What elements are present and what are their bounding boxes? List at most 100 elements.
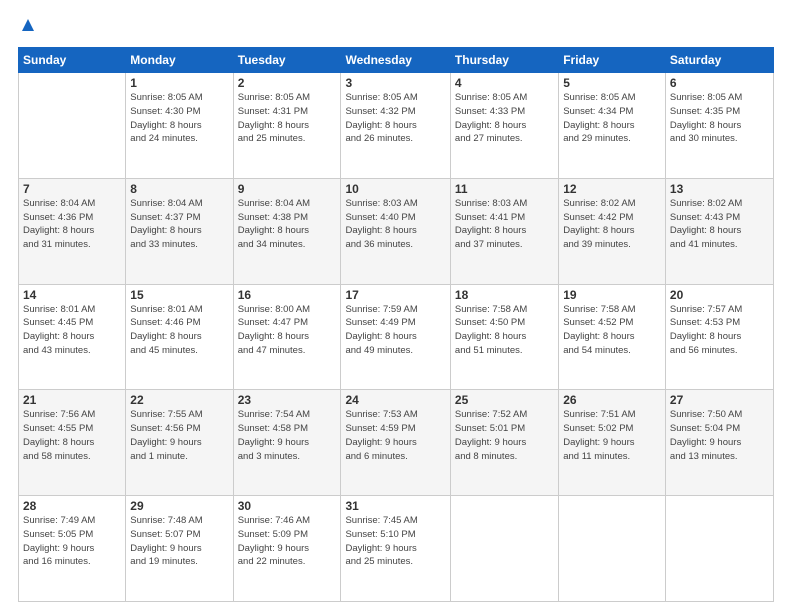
calendar-cell: 23Sunrise: 7:54 AMSunset: 4:58 PMDayligh… xyxy=(233,390,341,496)
logo-triangle-icon xyxy=(21,18,35,37)
day-info: Sunrise: 8:05 AMSunset: 4:35 PMDaylight:… xyxy=(670,91,769,146)
day-info: Sunrise: 8:02 AMSunset: 4:43 PMDaylight:… xyxy=(670,197,769,252)
calendar-cell: 26Sunrise: 7:51 AMSunset: 5:02 PMDayligh… xyxy=(559,390,666,496)
day-number: 1 xyxy=(130,76,228,90)
day-info: Sunrise: 8:05 AMSunset: 4:33 PMDaylight:… xyxy=(455,91,554,146)
day-info: Sunrise: 8:05 AMSunset: 4:34 PMDaylight:… xyxy=(563,91,661,146)
day-info: Sunrise: 7:48 AMSunset: 5:07 PMDaylight:… xyxy=(130,514,228,569)
day-info: Sunrise: 8:03 AMSunset: 4:41 PMDaylight:… xyxy=(455,197,554,252)
week-row-1: 1Sunrise: 8:05 AMSunset: 4:30 PMDaylight… xyxy=(19,73,774,179)
column-header-wednesday: Wednesday xyxy=(341,48,450,73)
column-header-sunday: Sunday xyxy=(19,48,126,73)
calendar-cell: 1Sunrise: 8:05 AMSunset: 4:30 PMDaylight… xyxy=(126,73,233,179)
calendar-cell: 15Sunrise: 8:01 AMSunset: 4:46 PMDayligh… xyxy=(126,284,233,390)
day-info: Sunrise: 8:02 AMSunset: 4:42 PMDaylight:… xyxy=(563,197,661,252)
calendar-cell: 19Sunrise: 7:58 AMSunset: 4:52 PMDayligh… xyxy=(559,284,666,390)
calendar-cell: 22Sunrise: 7:55 AMSunset: 4:56 PMDayligh… xyxy=(126,390,233,496)
day-info: Sunrise: 8:03 AMSunset: 4:40 PMDaylight:… xyxy=(345,197,445,252)
calendar-cell: 14Sunrise: 8:01 AMSunset: 4:45 PMDayligh… xyxy=(19,284,126,390)
calendar-cell: 17Sunrise: 7:59 AMSunset: 4:49 PMDayligh… xyxy=(341,284,450,390)
column-header-saturday: Saturday xyxy=(665,48,773,73)
calendar-cell: 8Sunrise: 8:04 AMSunset: 4:37 PMDaylight… xyxy=(126,178,233,284)
column-header-thursday: Thursday xyxy=(450,48,558,73)
day-info: Sunrise: 8:01 AMSunset: 4:46 PMDaylight:… xyxy=(130,303,228,358)
day-info: Sunrise: 7:56 AMSunset: 4:55 PMDaylight:… xyxy=(23,408,121,463)
day-number: 22 xyxy=(130,393,228,407)
day-number: 4 xyxy=(455,76,554,90)
day-number: 18 xyxy=(455,288,554,302)
day-number: 10 xyxy=(345,182,445,196)
day-number: 8 xyxy=(130,182,228,196)
day-number: 24 xyxy=(345,393,445,407)
calendar-cell: 2Sunrise: 8:05 AMSunset: 4:31 PMDaylight… xyxy=(233,73,341,179)
day-info: Sunrise: 7:52 AMSunset: 5:01 PMDaylight:… xyxy=(455,408,554,463)
day-info: Sunrise: 8:05 AMSunset: 4:31 PMDaylight:… xyxy=(238,91,337,146)
day-info: Sunrise: 7:57 AMSunset: 4:53 PMDaylight:… xyxy=(670,303,769,358)
day-number: 31 xyxy=(345,499,445,513)
calendar-cell: 10Sunrise: 8:03 AMSunset: 4:40 PMDayligh… xyxy=(341,178,450,284)
day-number: 11 xyxy=(455,182,554,196)
day-number: 15 xyxy=(130,288,228,302)
day-info: Sunrise: 7:59 AMSunset: 4:49 PMDaylight:… xyxy=(345,303,445,358)
calendar-cell: 24Sunrise: 7:53 AMSunset: 4:59 PMDayligh… xyxy=(341,390,450,496)
calendar-cell: 11Sunrise: 8:03 AMSunset: 4:41 PMDayligh… xyxy=(450,178,558,284)
week-row-3: 14Sunrise: 8:01 AMSunset: 4:45 PMDayligh… xyxy=(19,284,774,390)
day-number: 2 xyxy=(238,76,337,90)
calendar-cell: 27Sunrise: 7:50 AMSunset: 5:04 PMDayligh… xyxy=(665,390,773,496)
calendar-cell: 5Sunrise: 8:05 AMSunset: 4:34 PMDaylight… xyxy=(559,73,666,179)
day-info: Sunrise: 8:04 AMSunset: 4:38 PMDaylight:… xyxy=(238,197,337,252)
column-header-tuesday: Tuesday xyxy=(233,48,341,73)
day-number: 27 xyxy=(670,393,769,407)
day-info: Sunrise: 7:51 AMSunset: 5:02 PMDaylight:… xyxy=(563,408,661,463)
day-number: 14 xyxy=(23,288,121,302)
day-info: Sunrise: 8:04 AMSunset: 4:37 PMDaylight:… xyxy=(130,197,228,252)
day-info: Sunrise: 8:01 AMSunset: 4:45 PMDaylight:… xyxy=(23,303,121,358)
calendar-cell: 7Sunrise: 8:04 AMSunset: 4:36 PMDaylight… xyxy=(19,178,126,284)
day-info: Sunrise: 8:00 AMSunset: 4:47 PMDaylight:… xyxy=(238,303,337,358)
calendar-cell: 30Sunrise: 7:46 AMSunset: 5:09 PMDayligh… xyxy=(233,496,341,602)
calendar-cell: 25Sunrise: 7:52 AMSunset: 5:01 PMDayligh… xyxy=(450,390,558,496)
day-info: Sunrise: 7:54 AMSunset: 4:58 PMDaylight:… xyxy=(238,408,337,463)
calendar-cell: 20Sunrise: 7:57 AMSunset: 4:53 PMDayligh… xyxy=(665,284,773,390)
day-number: 28 xyxy=(23,499,121,513)
column-header-monday: Monday xyxy=(126,48,233,73)
logo xyxy=(18,18,35,37)
day-number: 17 xyxy=(345,288,445,302)
calendar-cell: 31Sunrise: 7:45 AMSunset: 5:10 PMDayligh… xyxy=(341,496,450,602)
day-number: 29 xyxy=(130,499,228,513)
day-number: 26 xyxy=(563,393,661,407)
calendar-cell: 4Sunrise: 8:05 AMSunset: 4:33 PMDaylight… xyxy=(450,73,558,179)
calendar-cell xyxy=(665,496,773,602)
page: SundayMondayTuesdayWednesdayThursdayFrid… xyxy=(0,0,792,612)
day-info: Sunrise: 8:04 AMSunset: 4:36 PMDaylight:… xyxy=(23,197,121,252)
day-number: 6 xyxy=(670,76,769,90)
calendar-cell xyxy=(559,496,666,602)
day-number: 13 xyxy=(670,182,769,196)
day-info: Sunrise: 7:50 AMSunset: 5:04 PMDaylight:… xyxy=(670,408,769,463)
day-number: 25 xyxy=(455,393,554,407)
day-info: Sunrise: 7:46 AMSunset: 5:09 PMDaylight:… xyxy=(238,514,337,569)
calendar-cell: 6Sunrise: 8:05 AMSunset: 4:35 PMDaylight… xyxy=(665,73,773,179)
day-number: 12 xyxy=(563,182,661,196)
day-info: Sunrise: 7:58 AMSunset: 4:52 PMDaylight:… xyxy=(563,303,661,358)
day-info: Sunrise: 7:58 AMSunset: 4:50 PMDaylight:… xyxy=(455,303,554,358)
calendar-cell xyxy=(450,496,558,602)
day-number: 30 xyxy=(238,499,337,513)
day-info: Sunrise: 7:45 AMSunset: 5:10 PMDaylight:… xyxy=(345,514,445,569)
calendar-table: SundayMondayTuesdayWednesdayThursdayFrid… xyxy=(18,47,774,602)
calendar-cell: 16Sunrise: 8:00 AMSunset: 4:47 PMDayligh… xyxy=(233,284,341,390)
calendar-cell: 18Sunrise: 7:58 AMSunset: 4:50 PMDayligh… xyxy=(450,284,558,390)
day-info: Sunrise: 7:53 AMSunset: 4:59 PMDaylight:… xyxy=(345,408,445,463)
day-headers-row: SundayMondayTuesdayWednesdayThursdayFrid… xyxy=(19,48,774,73)
day-number: 23 xyxy=(238,393,337,407)
calendar-cell: 29Sunrise: 7:48 AMSunset: 5:07 PMDayligh… xyxy=(126,496,233,602)
day-number: 19 xyxy=(563,288,661,302)
calendar-cell: 13Sunrise: 8:02 AMSunset: 4:43 PMDayligh… xyxy=(665,178,773,284)
day-info: Sunrise: 8:05 AMSunset: 4:32 PMDaylight:… xyxy=(345,91,445,146)
day-info: Sunrise: 7:55 AMSunset: 4:56 PMDaylight:… xyxy=(130,408,228,463)
calendar-cell: 28Sunrise: 7:49 AMSunset: 5:05 PMDayligh… xyxy=(19,496,126,602)
day-number: 9 xyxy=(238,182,337,196)
week-row-4: 21Sunrise: 7:56 AMSunset: 4:55 PMDayligh… xyxy=(19,390,774,496)
week-row-2: 7Sunrise: 8:04 AMSunset: 4:36 PMDaylight… xyxy=(19,178,774,284)
day-number: 3 xyxy=(345,76,445,90)
